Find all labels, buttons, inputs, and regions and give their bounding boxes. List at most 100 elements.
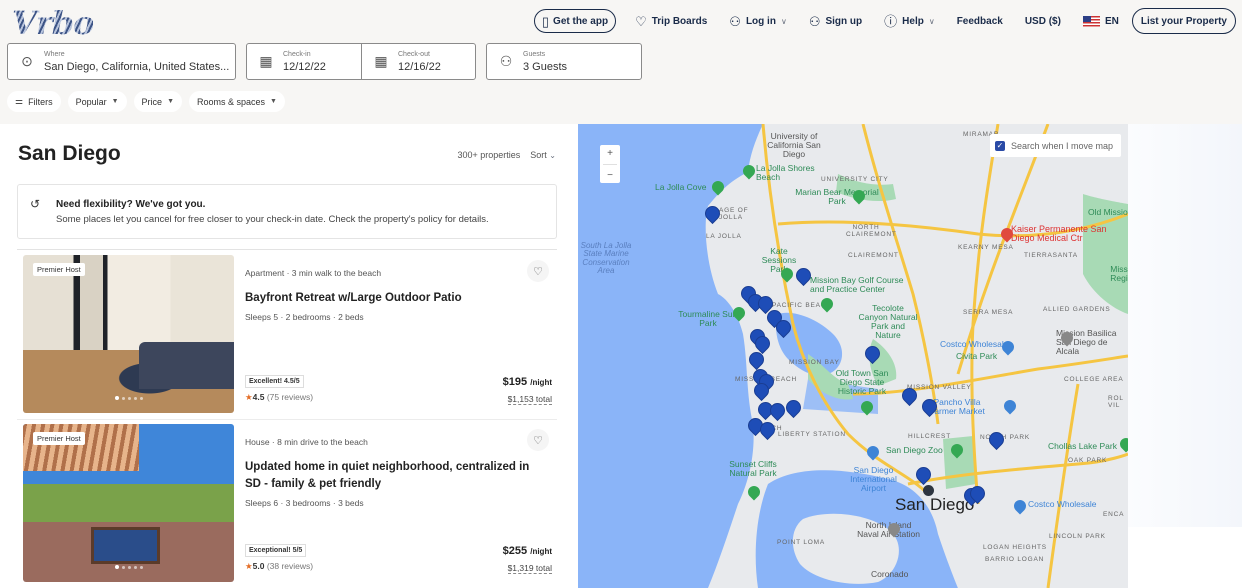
- listing-photo[interactable]: Premier Host: [23, 255, 234, 413]
- map-label-city: San Diego: [895, 495, 975, 514]
- feedback-link[interactable]: Feedback: [946, 9, 1014, 33]
- listing-title[interactable]: Updated home in quiet neighborhood, cent…: [245, 459, 545, 493]
- map-label: BARRIO LOGAN: [985, 556, 1045, 563]
- listing-pin[interactable]: [760, 422, 773, 439]
- popular-dropdown[interactable]: Popular ▼: [67, 91, 127, 112]
- check-in-value: 12/12/22: [283, 60, 326, 73]
- map-label: Tecolote Canyon Natural Park and Nature: [858, 303, 918, 340]
- review-count: (75 reviews): [266, 392, 314, 402]
- map-label: LIBERTY STATION: [778, 431, 846, 438]
- sort-label: Sort: [530, 150, 547, 160]
- where-field[interactable]: ⊙ Where San Diego, California, United St…: [7, 43, 236, 80]
- map-label: Civita Park: [956, 351, 998, 361]
- trip-boards-link[interactable]: ♡ Trip Boards: [624, 9, 718, 33]
- listing-pin[interactable]: [970, 486, 983, 503]
- language-label: EN: [1104, 15, 1119, 27]
- rating-value: 5.0: [252, 561, 265, 571]
- listing-pin[interactable]: [902, 388, 915, 405]
- log-in-label: Log in: [745, 15, 776, 27]
- listing-pin[interactable]: [796, 268, 809, 285]
- total-price[interactable]: $1,153 total: [507, 394, 552, 405]
- filters-button[interactable]: ⚌ Filters: [7, 91, 61, 112]
- map-label: UNIVERSITY CITY: [821, 176, 889, 183]
- listing-pin[interactable]: [705, 206, 718, 223]
- language-selector[interactable]: EN: [1072, 9, 1130, 33]
- listing-card[interactable]: Premier Host House · 8 min drive to the …: [17, 419, 557, 582]
- chevron-down-icon: ∨: [928, 16, 935, 26]
- add-user-icon: ⚇: [808, 13, 821, 29]
- total-price[interactable]: $1,319 total: [507, 563, 552, 574]
- listing-pin[interactable]: [916, 467, 929, 484]
- listing-pin[interactable]: [754, 383, 767, 400]
- listing-photo[interactable]: Premier Host: [23, 424, 234, 582]
- check-out-label: Check-out: [398, 50, 430, 58]
- heart-icon: ♡: [533, 434, 543, 447]
- log-in-menu[interactable]: ⚇ Log in ∨: [718, 9, 798, 33]
- rooms-spaces-dropdown[interactable]: Rooms & spaces ▼: [189, 91, 285, 112]
- map-label: Sunset Cliffs Natural Park: [729, 459, 777, 478]
- listing-card[interactable]: Premier Host Apartment · 3 min walk to t…: [17, 250, 557, 413]
- map-label: Chollas Lake Park: [1048, 441, 1117, 451]
- map-label: ROL VIL: [1108, 395, 1124, 409]
- check-in-field[interactable]: ▦ Check-in 12/12/22: [246, 43, 362, 80]
- price-dropdown[interactable]: Price ▼: [133, 91, 182, 112]
- rating: ★5.0 (38 reviews): [245, 561, 313, 572]
- help-menu[interactable]: ⓘ Help ∨: [873, 9, 946, 33]
- save-heart-button[interactable]: ♡: [527, 429, 549, 451]
- map-label: La Jolla Cove: [655, 182, 707, 192]
- where-label: Where: [44, 50, 65, 58]
- listing-details: Sleeps 5 · 2 bedrooms · 2 beds: [245, 312, 364, 322]
- get-app-button[interactable]: ▯ Get the app: [533, 9, 617, 33]
- banner-title: Need flexibility? We've got you.: [56, 199, 206, 210]
- zoom-out-button[interactable]: −: [607, 170, 613, 181]
- filter-bar: ⚌ Filters Popular ▼ Price ▼ Rooms & spac…: [7, 91, 285, 112]
- list-property-button[interactable]: List your Property: [1131, 8, 1236, 34]
- map-label: Old Town San Diego State Historic Park: [835, 368, 889, 396]
- carousel-dots[interactable]: [114, 396, 143, 400]
- search-when-move-toggle[interactable]: ✓ Search when I move map: [990, 134, 1122, 157]
- map-label: OAK PARK: [1068, 457, 1108, 464]
- listing-pin[interactable]: [786, 400, 799, 417]
- map-label: University of California San Diego: [767, 131, 821, 159]
- rating: ★4.5 (75 reviews): [245, 392, 313, 403]
- listing-pin[interactable]: [865, 346, 878, 363]
- chevron-down-icon: ∨: [780, 16, 787, 26]
- sign-up-link[interactable]: ⚇ Sign up: [798, 9, 873, 33]
- flexibility-banner: ↺ Need flexibility? We've got you. Some …: [17, 184, 557, 239]
- guests-field[interactable]: ⚇ Guests 3 Guests: [486, 43, 642, 80]
- nightly-price: $255 /night: [503, 545, 552, 557]
- carousel-dots[interactable]: [114, 565, 143, 569]
- map-label: Marian Bear Memorial Park: [795, 187, 879, 206]
- listing-title[interactable]: Bayfront Retreat w/Large Outdoor Patio: [245, 290, 545, 307]
- zoom-in-button[interactable]: +: [607, 148, 613, 159]
- checkbox-checked-icon[interactable]: ✓: [995, 140, 1005, 151]
- vrbo-logo[interactable]: Vrbo: [12, 4, 94, 42]
- map-label: KEARNY MESA: [958, 244, 1014, 251]
- map[interactable]: + − ✓ Search when I move map University …: [578, 124, 1128, 588]
- listing-pin[interactable]: [770, 403, 783, 420]
- caret-down-icon: ▼: [111, 98, 119, 105]
- i805-south: [1046, 383, 1080, 588]
- calendar-icon: ▦: [374, 53, 388, 69]
- filters-label: Filters: [28, 96, 53, 107]
- map-label: Miss Regi: [1110, 264, 1128, 283]
- premier-host-badge: Premier Host: [33, 263, 85, 276]
- listing-pin[interactable]: [776, 320, 789, 337]
- rooms-spaces-label: Rooms & spaces: [197, 96, 266, 107]
- listing-details: Sleeps 6 · 3 bedrooms · 3 beds: [245, 498, 364, 508]
- map-label: ENCA: [1103, 511, 1125, 518]
- check-out-field[interactable]: ▦ Check-out 12/16/22: [361, 43, 476, 80]
- get-app-label: Get the app: [553, 15, 609, 27]
- currency-selector[interactable]: USD ($): [1014, 9, 1072, 33]
- listing-pin[interactable]: [922, 399, 935, 416]
- sort-dropdown[interactable]: Sort ⌄: [530, 150, 556, 160]
- listing-pin[interactable]: [749, 352, 762, 369]
- map-label: SERRA MESA: [963, 309, 1014, 316]
- map-label: LOGAN HEIGHTS: [983, 544, 1047, 551]
- listing-pin[interactable]: [989, 432, 1002, 449]
- listing-pin[interactable]: [755, 336, 768, 353]
- rating-badge: Exceptional! 5/5: [245, 544, 307, 557]
- top-nav: ▯ Get the app ♡ Trip Boards ⚇ Log in ∨ ⚇…: [533, 8, 1236, 34]
- map-label: COLLEGE AREA: [1064, 376, 1124, 383]
- save-heart-button[interactable]: ♡: [527, 260, 549, 282]
